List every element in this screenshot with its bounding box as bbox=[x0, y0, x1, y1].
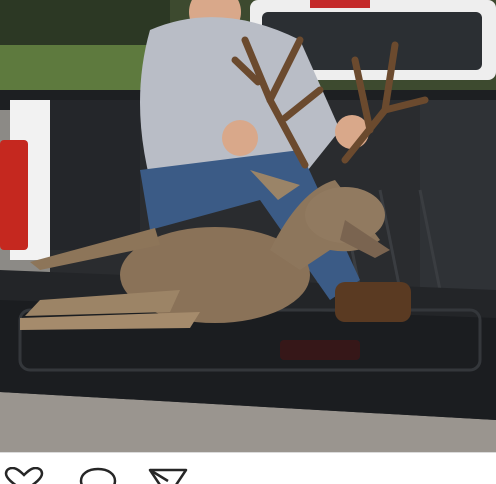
heart-icon bbox=[4, 467, 44, 484]
post-action-bar bbox=[0, 452, 496, 484]
paper-plane-icon bbox=[148, 468, 188, 484]
photo-scene bbox=[0, 0, 496, 452]
comment-button[interactable] bbox=[76, 467, 120, 484]
post-photo[interactable] bbox=[0, 0, 496, 452]
comment-bubble-icon bbox=[79, 467, 117, 484]
share-button[interactable] bbox=[146, 467, 190, 484]
like-button[interactable] bbox=[2, 467, 46, 484]
